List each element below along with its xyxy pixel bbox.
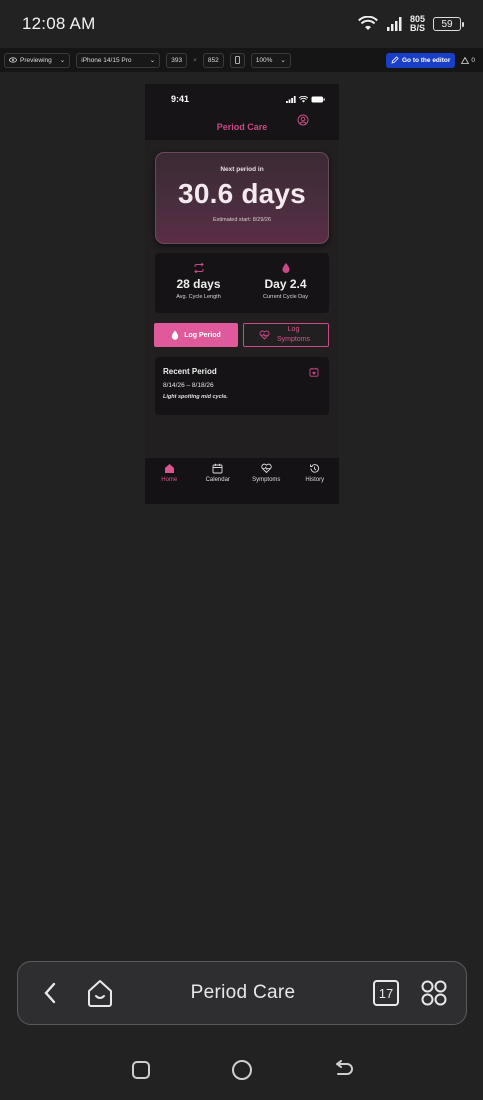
tab-count: 17 bbox=[373, 980, 399, 1006]
stat-cycle-length: 28 days Avg. Cycle Length bbox=[155, 253, 242, 313]
stat-label: Current Cycle Day bbox=[263, 294, 308, 300]
chevron-down-icon: ⌄ bbox=[59, 57, 66, 64]
tab-label: Symptoms bbox=[252, 477, 281, 483]
status-icons: 805 B/S 59 bbox=[358, 15, 464, 33]
app-header: Period Care bbox=[145, 114, 339, 140]
zoom-label: 100% bbox=[255, 56, 273, 64]
recents-icon bbox=[131, 1061, 150, 1079]
dimension-separator: × bbox=[193, 56, 197, 64]
grid-menu-icon bbox=[421, 980, 447, 1006]
ios-status-bar: 9:41 bbox=[145, 84, 339, 114]
browser-bottom-bar: Period Care 17 bbox=[17, 961, 467, 1025]
browser-page-title[interactable]: Period Care bbox=[118, 982, 368, 1004]
eye-icon bbox=[9, 57, 17, 63]
back-arrow-icon bbox=[335, 1060, 353, 1075]
log-symptoms-label: Log Symptoms bbox=[276, 326, 311, 343]
network-speed: 805 B/S bbox=[410, 15, 425, 33]
home-button[interactable] bbox=[82, 975, 118, 1011]
warnings-count: 0 bbox=[471, 56, 475, 64]
next-period-value: 30.6 days bbox=[178, 178, 306, 209]
rotate-device-button[interactable] bbox=[229, 52, 245, 68]
estimated-start: Estimated start: 8/29/26 bbox=[212, 217, 272, 223]
phone-preview: 9:41 Period Care Next period in 30.6 day… bbox=[145, 84, 339, 504]
device-select[interactable]: iPhone 14/15 Pro ⌄ bbox=[76, 52, 161, 68]
cycle-stats-card: 28 days Avg. Cycle Length Day 2.4 Curren… bbox=[155, 253, 329, 313]
log-symptoms-button[interactable]: Log Symptoms bbox=[243, 323, 329, 347]
system-navigation-bar bbox=[0, 1040, 483, 1100]
battery-level: 59 bbox=[441, 18, 453, 30]
system-status-bar: 12:08 AM 805 B/S 59 bbox=[0, 0, 483, 48]
circle-home-icon bbox=[231, 1060, 252, 1080]
recent-period-card: Recent Period 8/14/26 – 8/18/26 Light sp… bbox=[155, 357, 329, 415]
repeat-icon bbox=[193, 262, 204, 274]
action-buttons: Log Period Log Symptoms bbox=[154, 323, 329, 347]
phone-icon bbox=[234, 56, 240, 64]
preview-toolbar: Previewing ⌄ iPhone 14/15 Pro ⌄ 393 × 85… bbox=[0, 48, 483, 72]
heart-pulse-icon bbox=[259, 330, 269, 340]
system-back-button[interactable] bbox=[328, 1055, 358, 1085]
warnings-indicator[interactable]: 0 bbox=[461, 56, 475, 64]
log-period-button[interactable]: Log Period bbox=[154, 323, 238, 347]
height-input[interactable]: 852 bbox=[202, 52, 224, 68]
go-to-editor-label: Go to the editor bbox=[401, 56, 451, 64]
bottom-tab-bar: Home Calendar Symptoms History bbox=[145, 458, 339, 504]
calendar-icon bbox=[212, 463, 223, 474]
recent-period-title: Recent Period bbox=[163, 367, 217, 376]
tab-label: Calendar bbox=[205, 477, 230, 483]
warning-icon bbox=[461, 56, 470, 64]
history-icon bbox=[310, 464, 320, 473]
go-to-editor-button[interactable]: Go to the editor bbox=[385, 52, 456, 68]
drop-icon bbox=[172, 330, 179, 340]
ios-time: 9:41 bbox=[171, 94, 190, 104]
stat-value: Day 2.4 bbox=[264, 277, 307, 291]
tab-label: Home bbox=[161, 477, 178, 483]
status-time: 12:08 AM bbox=[22, 14, 96, 33]
next-period-card: Next period in 30.6 days Estimated start… bbox=[155, 152, 329, 244]
stat-cycle-day: Day 2.4 Current Cycle Day bbox=[242, 253, 329, 313]
chevron-down-icon: ⌄ bbox=[149, 57, 156, 64]
chevron-left-icon bbox=[44, 982, 56, 1004]
chevron-down-icon: ⌄ bbox=[280, 57, 286, 64]
tab-label: History bbox=[305, 477, 325, 483]
signal-icon bbox=[386, 17, 402, 31]
recents-button[interactable] bbox=[126, 1055, 156, 1085]
menu-button[interactable] bbox=[416, 975, 452, 1011]
edit-icon bbox=[391, 56, 399, 64]
zoom-select[interactable]: 100% ⌄ bbox=[250, 52, 291, 68]
preview-mode-select[interactable]: Previewing ⌄ bbox=[4, 52, 71, 68]
tab-symptoms[interactable]: Symptoms bbox=[242, 458, 291, 504]
home-icon bbox=[164, 464, 174, 473]
wifi-icon bbox=[299, 95, 308, 102]
stat-value: 28 days bbox=[176, 277, 221, 291]
calendar-heart-icon[interactable] bbox=[309, 367, 319, 377]
next-period-label: Next period in bbox=[220, 166, 264, 173]
tab-calendar[interactable]: Calendar bbox=[194, 458, 243, 504]
home-icon bbox=[88, 980, 112, 1007]
width-input[interactable]: 393 bbox=[166, 52, 188, 68]
drop-icon bbox=[282, 263, 289, 273]
preview-mode-label: Previewing bbox=[20, 56, 52, 64]
battery-icon: 59 bbox=[433, 17, 464, 31]
profile-icon[interactable] bbox=[297, 114, 309, 126]
tabs-button[interactable]: 17 bbox=[368, 975, 404, 1011]
recent-period-note: Light spotting mid cycle. bbox=[163, 394, 228, 400]
height-value: 852 bbox=[207, 56, 219, 64]
system-home-button[interactable] bbox=[227, 1055, 257, 1085]
app-title: Period Care bbox=[216, 122, 268, 132]
recent-period-dates: 8/14/26 – 8/18/26 bbox=[163, 382, 214, 389]
heart-pulse-icon bbox=[261, 463, 272, 474]
device-label: iPhone 14/15 Pro bbox=[81, 56, 132, 64]
wifi-icon bbox=[358, 16, 378, 30]
back-button[interactable] bbox=[32, 975, 68, 1011]
signal-icon bbox=[286, 95, 296, 103]
net-speed-unit: B/S bbox=[409, 23, 425, 33]
stat-label: Avg. Cycle Length bbox=[176, 294, 221, 300]
tab-home[interactable]: Home bbox=[145, 458, 194, 504]
ios-status-icons bbox=[286, 95, 325, 103]
width-value: 393 bbox=[171, 56, 183, 64]
tab-history[interactable]: History bbox=[291, 458, 340, 504]
log-period-label: Log Period bbox=[184, 331, 221, 339]
battery-icon bbox=[311, 96, 325, 102]
